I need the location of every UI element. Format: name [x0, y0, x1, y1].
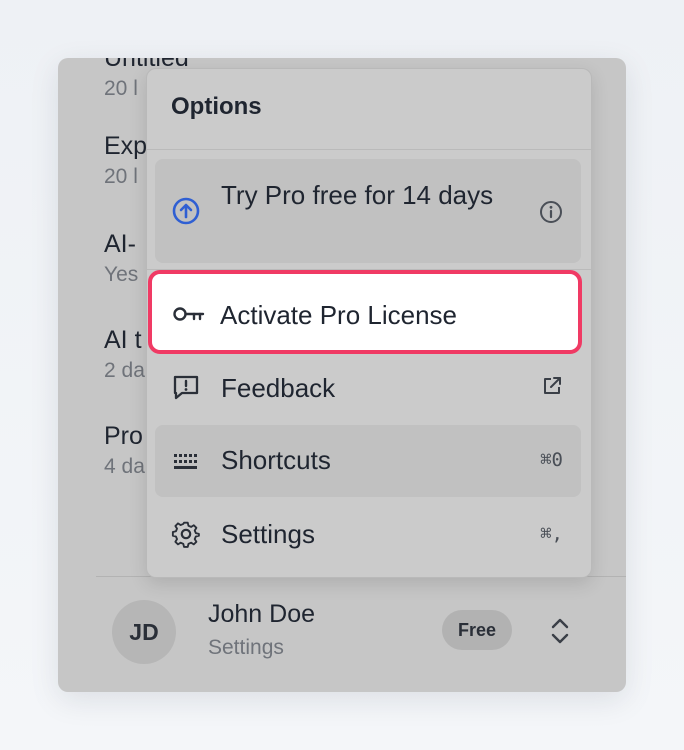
avatar: JD — [112, 600, 176, 664]
external-link-icon — [544, 377, 561, 394]
menu-item-label: Settings — [221, 519, 315, 549]
menu-item-feedback[interactable]: Feedback — [155, 353, 581, 421]
account-switcher[interactable]: JD John Doe Settings Free — [58, 578, 626, 692]
chat-item-meta: 2 da — [104, 359, 145, 382]
chat-item-title: AI t — [104, 326, 142, 354]
menu-item-try-pro[interactable]: Try Pro free for 14 days — [155, 159, 581, 263]
keyboard-icon — [174, 454, 197, 469]
chat-item[interactable]: Pro 4 da — [104, 422, 145, 480]
menu-item-label: Try Pro free for 14 days — [221, 180, 494, 210]
chat-item-meta: 4 da — [104, 455, 145, 478]
key-icon — [173, 307, 205, 321]
info-icon[interactable] — [539, 200, 563, 224]
menu-item-settings[interactable]: Settings ⌘, — [155, 499, 581, 569]
user-name: John Doe — [208, 600, 316, 628]
menu-title: Options — [171, 93, 262, 120]
feedback-icon — [173, 375, 199, 400]
shortcut-hint: ⌘0 — [540, 449, 563, 471]
chat-item-title: AI- — [104, 230, 136, 258]
shortcut-hint: ⌘, — [540, 523, 563, 545]
chat-item-meta: Yes — [104, 263, 139, 286]
chat-item-title: Exp — [104, 132, 148, 160]
chevron-up-down-icon[interactable] — [548, 616, 572, 646]
menu-item-shortcuts[interactable]: Shortcuts ⌘0 — [155, 425, 581, 497]
user-subtitle: Settings — [208, 636, 284, 659]
menu-item-label: Feedback — [221, 373, 336, 403]
plan-badge: Free — [442, 610, 512, 650]
menu-item-label: Shortcuts — [221, 445, 331, 475]
divider — [147, 149, 591, 150]
menu-item-activate-license[interactable]: Activate Pro License — [148, 270, 582, 354]
chat-item[interactable]: Exp 20 l — [104, 132, 147, 190]
chat-item[interactable]: AI t 2 da — [104, 326, 145, 384]
gear-icon — [171, 521, 200, 548]
chat-item-meta: 20 l — [104, 165, 138, 188]
menu-item-label: Activate Pro License — [220, 300, 458, 330]
chat-item-title: Pro — [104, 422, 143, 450]
arrow-up-circle-icon — [172, 197, 200, 225]
chat-item[interactable]: AI- Yes — [104, 230, 138, 288]
